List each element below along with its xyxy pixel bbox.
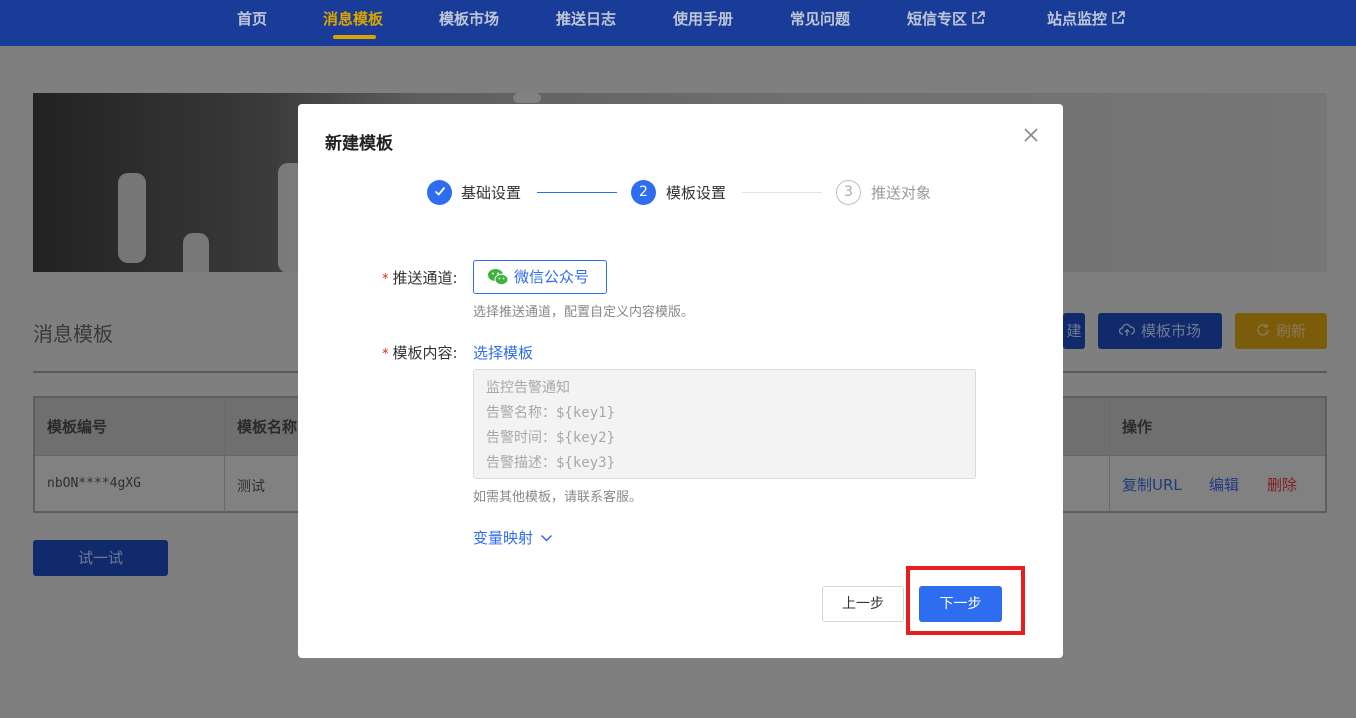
column-header-id: 模板编号 (47, 418, 108, 436)
channel-hint: 选择推送通道，配置自定义内容模版。 (473, 305, 695, 320)
channel-wechat-button[interactable]: 微信公众号 (473, 260, 607, 294)
nav-item-templates[interactable]: 消息模板 (323, 0, 383, 40)
nav-item-market[interactable]: 模板市场 (439, 0, 499, 40)
top-nav: 首页 消息模板 模板市场 推送日志 使用手册 常见问题 短信专区 站点监控 (0, 0, 1356, 46)
external-link-icon (1112, 11, 1125, 24)
column-header-actions: 操作 (1122, 418, 1153, 436)
step-connector-1 (537, 192, 617, 193)
template-market-button[interactable]: 模板市场 (1098, 313, 1222, 349)
template-market-label: 模板市场 (1140, 322, 1201, 340)
table-cell-name: 测试 (237, 479, 265, 495)
variable-mapping-label: 变量映射 (473, 529, 534, 547)
content-label-colon: : (452, 344, 458, 362)
nav-item-faq[interactable]: 常见问题 (790, 0, 850, 40)
nav-item-site-monitor-label: 站点监控 (1047, 10, 1108, 28)
cloud-upload-icon (1118, 323, 1136, 336)
channel-label-text: 推送通道 (392, 269, 453, 287)
step-1-label: 基础设置 (461, 184, 522, 202)
nav-item-sms-label: 短信专区 (907, 10, 968, 28)
nav-item-push-log[interactable]: 推送日志 (556, 0, 616, 40)
step-2-label: 模板设置 (666, 184, 727, 202)
step-3-number: 3 (836, 180, 861, 205)
channel-label-colon: : (452, 269, 458, 287)
chevron-down-icon (540, 534, 552, 542)
template-line: 告警描述：${key3} (486, 455, 616, 471)
required-mark: * (382, 272, 389, 287)
table-cell-id: nbON****4gXG (47, 476, 141, 491)
nav-item-sms[interactable]: 短信专区 (907, 0, 986, 40)
step-1-check-icon (427, 180, 452, 205)
prev-step-button[interactable]: 上一步 (822, 586, 904, 622)
step-2-number: 2 (631, 180, 656, 205)
column-header-name: 模板名称 (237, 418, 298, 436)
highlight-box (906, 566, 1025, 635)
column-divider (224, 398, 225, 512)
delete-link[interactable]: 删除 (1267, 474, 1297, 495)
content-label: * 模板内容: (382, 342, 458, 363)
nav-item-manual[interactable]: 使用手册 (673, 0, 733, 40)
variable-mapping-toggle[interactable]: 变量映射 (473, 527, 553, 548)
template-line: 告警名称：${key1} (486, 405, 616, 421)
copy-url-link[interactable]: 复制URL (1122, 474, 1182, 495)
refresh-button[interactable]: 刷新 (1235, 313, 1327, 349)
dialog-title: 新建模板 (325, 134, 393, 154)
close-icon[interactable] (1022, 126, 1040, 144)
refresh-label: 刷新 (1275, 322, 1306, 340)
channel-value: 微信公众号 (514, 268, 590, 286)
required-mark: * (382, 347, 389, 362)
wechat-icon (488, 269, 509, 286)
step-connector-2 (742, 192, 822, 193)
try-button[interactable]: 试一试 (33, 540, 168, 576)
step-3-label: 推送对象 (871, 184, 932, 202)
select-template-link[interactable]: 选择模板 (473, 342, 533, 363)
section-title: 消息模板 (33, 322, 113, 346)
nav-active-indicator (333, 35, 376, 39)
nav-item-home[interactable]: 首页 (237, 0, 267, 40)
channel-label: * 推送通道: (382, 267, 458, 288)
template-content-textarea[interactable]: 监控告警通知 告警名称：${key1} 告警时间：${key2} 告警描述：${… (473, 369, 976, 479)
column-divider (1109, 398, 1110, 512)
template-line: 监控告警通知 (486, 380, 570, 396)
template-line: 告警时间：${key2} (486, 430, 616, 446)
content-label-text: 模板内容 (392, 344, 453, 362)
edit-link[interactable]: 编辑 (1209, 474, 1239, 495)
nav-item-site-monitor[interactable]: 站点监控 (1047, 0, 1126, 40)
external-link-icon (972, 11, 985, 24)
refresh-icon (1257, 324, 1269, 336)
create-button[interactable]: 建 (1063, 313, 1085, 349)
content-hint: 如需其他模板，请联系客服。 (473, 490, 643, 505)
